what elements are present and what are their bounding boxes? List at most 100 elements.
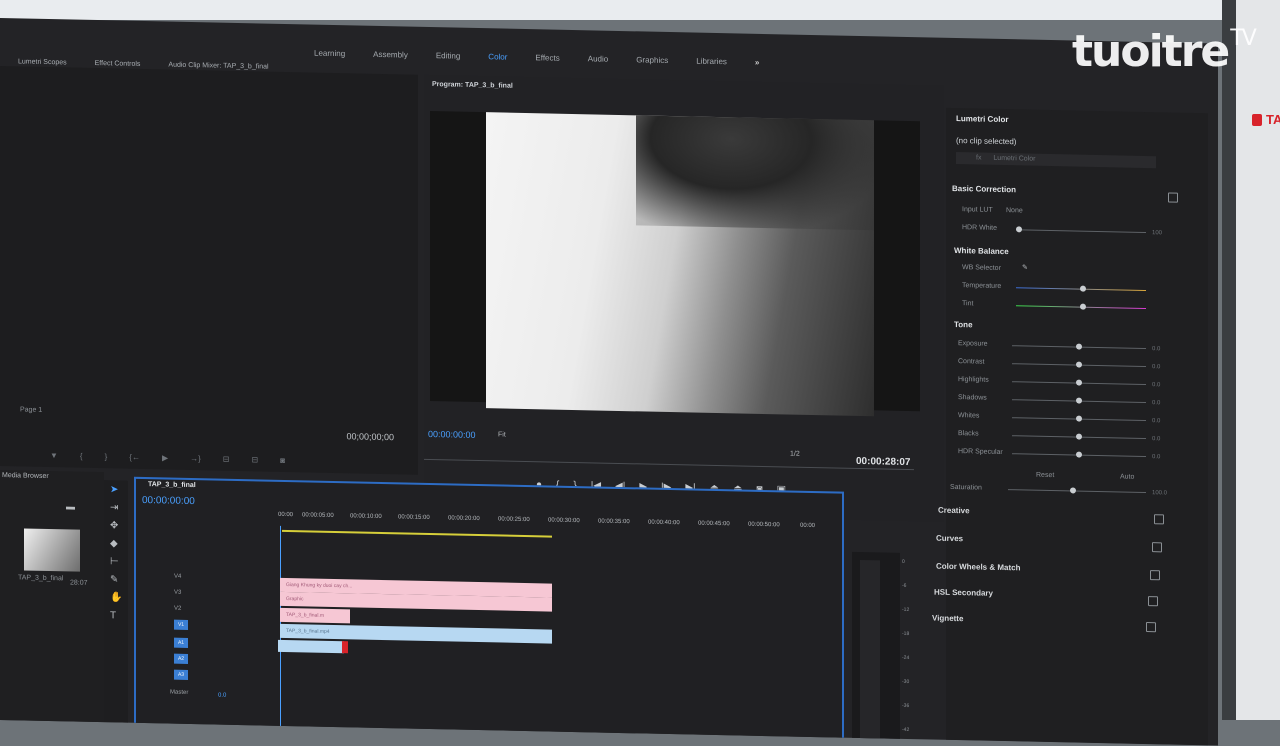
- track-select-tool-icon[interactable]: ⇥: [110, 502, 118, 513]
- mark-out-icon[interactable]: {: [80, 452, 83, 461]
- insert-icon[interactable]: ⊟: [223, 455, 230, 464]
- tone-slider[interactable]: [1012, 343, 1146, 350]
- folder-icon[interactable]: ▬: [66, 501, 75, 511]
- side-text: TA: [1266, 112, 1280, 127]
- pen-tool-icon[interactable]: ✎: [110, 574, 118, 585]
- workspace-audio[interactable]: Audio: [574, 50, 622, 71]
- auto-button[interactable]: Auto: [1120, 473, 1134, 480]
- tone-knob[interactable]: [1076, 415, 1082, 422]
- tone-slider[interactable]: [1012, 397, 1146, 404]
- go-to-out-icon[interactable]: →}: [190, 454, 201, 463]
- sequence-tab[interactable]: TAP_3_b_final: [148, 481, 196, 489]
- temperature-slider[interactable]: [1016, 285, 1146, 292]
- clip-thumbnail[interactable]: [24, 528, 80, 572]
- basic-correction-checkbox[interactable]: [1168, 192, 1178, 203]
- clip-v1[interactable]: TAP_3_b_final.m: [280, 607, 350, 624]
- section-curves[interactable]: Curves: [936, 534, 963, 544]
- tone-slider[interactable]: [1012, 451, 1146, 458]
- workspace-assembly[interactable]: Assembly: [359, 46, 422, 67]
- tint-slider[interactable]: [1016, 303, 1146, 310]
- input-lut-value[interactable]: None: [1006, 207, 1023, 214]
- source-timecode[interactable]: 00;00;00;00: [346, 431, 394, 442]
- track-a1[interactable]: A1: [174, 637, 188, 648]
- reset-button[interactable]: Reset: [1036, 472, 1054, 479]
- zoom-select[interactable]: Fit: [498, 431, 506, 438]
- hdr-white-knob[interactable]: [1016, 226, 1022, 233]
- type-tool-icon[interactable]: T: [110, 610, 116, 621]
- tone-knob[interactable]: [1076, 397, 1082, 404]
- tone-slider[interactable]: [1012, 379, 1146, 386]
- clip-a1-selected[interactable]: [278, 639, 344, 654]
- section-color-wheels[interactable]: Color Wheels & Match: [936, 562, 1020, 573]
- resolution-select[interactable]: 1/2: [790, 451, 800, 458]
- workspace-editing[interactable]: Editing: [422, 47, 474, 68]
- creative-checkbox[interactable]: [1154, 514, 1164, 525]
- master-value[interactable]: 0.0: [218, 693, 226, 699]
- tone-knob[interactable]: [1076, 361, 1082, 368]
- timeline-timecode[interactable]: 00:00:00:00: [142, 495, 195, 507]
- workspace-libraries[interactable]: Libraries: [682, 52, 741, 73]
- track-a2[interactable]: A2: [174, 653, 188, 664]
- track-v4[interactable]: V4: [174, 574, 181, 580]
- section-vignette[interactable]: Vignette: [932, 614, 963, 624]
- workspace-more-button[interactable]: »: [741, 54, 773, 75]
- step-back-icon[interactable]: }: [105, 452, 108, 461]
- program-timecode[interactable]: 00:00:00:00: [428, 429, 476, 440]
- workspace-effects[interactable]: Effects: [521, 49, 573, 70]
- tint-knob[interactable]: [1080, 303, 1086, 310]
- page-label: Page 1: [20, 406, 43, 414]
- basic-correction-heading[interactable]: Basic Correction: [952, 184, 1016, 194]
- tone-slider[interactable]: [1012, 361, 1146, 368]
- tone-knob[interactable]: [1076, 343, 1082, 350]
- tone-slider[interactable]: [1012, 415, 1146, 422]
- temperature-knob[interactable]: [1080, 285, 1086, 292]
- tab-lumetri-scopes[interactable]: Lumetri Scopes: [18, 58, 67, 66]
- ripple-edit-tool-icon[interactable]: ✥: [110, 520, 118, 531]
- track-v2[interactable]: V2: [174, 606, 181, 612]
- track-v3[interactable]: V3: [174, 590, 181, 596]
- curves-checkbox[interactable]: [1152, 542, 1162, 553]
- camera-icon[interactable]: ◙: [280, 456, 285, 465]
- eyedropper-icon[interactable]: ✎: [1022, 263, 1028, 271]
- tone-knob[interactable]: [1076, 433, 1082, 440]
- go-to-in-icon[interactable]: {←: [129, 453, 140, 462]
- program-scrubber[interactable]: [424, 450, 914, 471]
- razor-tool-icon[interactable]: ◆: [110, 538, 118, 549]
- workspace-learning[interactable]: Learning: [300, 44, 359, 65]
- tone-value: 0.0: [1152, 454, 1161, 461]
- saturation-knob[interactable]: [1070, 487, 1076, 494]
- tone-knob[interactable]: [1076, 379, 1082, 386]
- hand-tool-icon[interactable]: ✋: [110, 592, 122, 603]
- tab-effect-controls[interactable]: Effect Controls: [95, 60, 141, 68]
- hsl-checkbox[interactable]: [1148, 596, 1158, 607]
- tone-rows: Exposure 0.0 Contrast 0.0 Highlights 0.0 Shado…: [946, 108, 1208, 460]
- program-monitor: Program: TAP_3_b_final 00:00:00:00 Fit 1…: [424, 74, 944, 522]
- section-creative[interactable]: Creative: [938, 506, 970, 516]
- color-wheels-checkbox[interactable]: [1150, 570, 1160, 581]
- tone-knob[interactable]: [1076, 451, 1082, 458]
- tone-heading[interactable]: Tone: [954, 320, 973, 329]
- work-area-bar[interactable]: [282, 529, 552, 538]
- meter-tick: -12: [902, 606, 910, 614]
- time-ruler[interactable]: 00:00 00:00:05:00 00:00:10:00 00:00:15:0…: [278, 512, 834, 538]
- media-browser-tab[interactable]: Media Browser: [2, 472, 49, 480]
- track-a3[interactable]: A3: [174, 669, 188, 680]
- overwrite-icon[interactable]: ⊟: [251, 455, 258, 464]
- white-balance-heading[interactable]: White Balance: [954, 246, 1009, 256]
- slip-tool-icon[interactable]: ⊢: [110, 556, 119, 567]
- lumetri-effect-select[interactable]: fx Lumetri Color: [956, 152, 1156, 169]
- tone-slider[interactable]: [1012, 433, 1146, 440]
- mark-in-icon[interactable]: ▼: [50, 451, 58, 460]
- workspace-graphics[interactable]: Graphics: [622, 51, 682, 72]
- selection-tool-icon[interactable]: ➤: [110, 484, 118, 495]
- tone-label: Highlights: [958, 376, 989, 384]
- play-icon[interactable]: ▶: [162, 453, 168, 462]
- hdr-white-slider[interactable]: [1016, 226, 1146, 234]
- track-v1[interactable]: V1: [174, 619, 188, 630]
- tab-audio-clip-mixer[interactable]: Audio Clip Mixer: TAP_3_b_final: [168, 62, 268, 71]
- source-transport: ▼ { } {← ▶ →} ⊟ ⊟ ◙: [50, 451, 285, 465]
- saturation-slider[interactable]: [1008, 487, 1146, 494]
- workspace-color[interactable]: Color: [474, 48, 521, 69]
- section-hsl-secondary[interactable]: HSL Secondary: [934, 588, 993, 598]
- vignette-checkbox[interactable]: [1146, 622, 1156, 633]
